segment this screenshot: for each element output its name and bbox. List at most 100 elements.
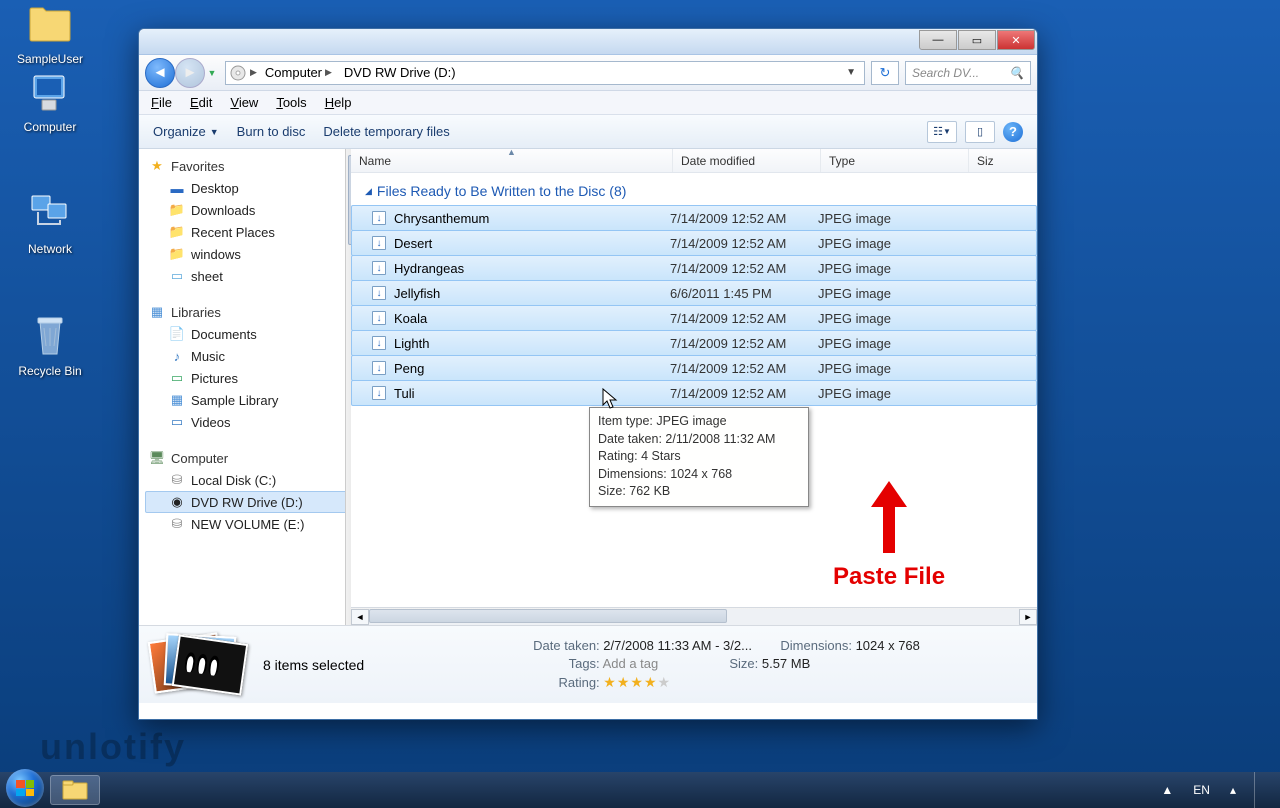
tooltip-line: Rating: 4 Stars bbox=[598, 448, 800, 466]
file-name: Chrysanthemum bbox=[390, 211, 670, 226]
tooltip-line: Item type: JPEG image bbox=[598, 413, 800, 431]
pending-file-icon: ↓ bbox=[372, 361, 390, 375]
menu-bar: File Edit View Tools Help bbox=[139, 91, 1037, 115]
menu-help[interactable]: Help bbox=[317, 93, 360, 112]
sidebar-windows[interactable]: 📁windows bbox=[145, 243, 350, 265]
drive-icon: ⛁ bbox=[169, 472, 185, 488]
annotation-label: Paste File bbox=[833, 563, 945, 591]
sidebar-favorites-header[interactable]: ★Favorites bbox=[145, 155, 350, 177]
videos-icon: ▭ bbox=[169, 414, 185, 430]
computer-small-icon: 🖥 bbox=[149, 450, 165, 466]
network-icon bbox=[26, 190, 74, 238]
language-indicator[interactable]: EN bbox=[1187, 781, 1216, 799]
detail-tags-value[interactable]: Add a tag bbox=[603, 656, 659, 671]
sidebar-sheet[interactable]: ▭sheet bbox=[145, 265, 350, 287]
preview-pane-button[interactable]: ▯ bbox=[965, 121, 995, 143]
file-name: Desert bbox=[390, 236, 670, 251]
search-placeholder: Search DV... bbox=[912, 66, 979, 80]
help-button[interactable]: ? bbox=[1003, 122, 1023, 142]
rating-stars[interactable]: ★★★★★ bbox=[603, 675, 671, 690]
file-name: Lighth bbox=[390, 336, 670, 351]
file-name: Hydrangeas bbox=[390, 261, 670, 276]
menu-view[interactable]: View bbox=[222, 93, 266, 112]
folder-icon bbox=[26, 0, 74, 48]
column-size[interactable]: Siz bbox=[969, 149, 1037, 172]
command-bar: Organize ▼ Burn to disc Delete temporary… bbox=[139, 115, 1037, 149]
sidebar-dvd-drive[interactable]: ◉DVD RW Drive (D:) bbox=[145, 491, 350, 513]
horizontal-scrollbar[interactable]: ◄ ► bbox=[351, 607, 1037, 625]
close-button[interactable]: ✕ bbox=[997, 30, 1035, 50]
sidebar-desktop[interactable]: ▬Desktop bbox=[145, 177, 350, 199]
file-type: JPEG image bbox=[818, 336, 958, 351]
back-button[interactable]: ◄ bbox=[145, 58, 175, 88]
scroll-left-button[interactable]: ◄ bbox=[351, 609, 369, 625]
file-type: JPEG image bbox=[818, 261, 958, 276]
taskbar-explorer[interactable] bbox=[50, 775, 100, 805]
start-button[interactable] bbox=[6, 769, 44, 807]
details-pane: 8 items selected Date taken: 2/7/2008 11… bbox=[139, 625, 1037, 703]
folder-icon: 📁 bbox=[169, 202, 185, 218]
burn-button[interactable]: Burn to disc bbox=[237, 124, 306, 139]
desktop-network-icon[interactable]: Network bbox=[10, 190, 90, 256]
file-row[interactable]: ↓ Koala 7/14/2009 12:52 AM JPEG image bbox=[351, 305, 1037, 331]
delete-temp-button[interactable]: Delete temporary files bbox=[323, 124, 449, 139]
minimize-button[interactable]: — bbox=[919, 30, 957, 50]
sidebar-videos[interactable]: ▭Videos bbox=[145, 411, 350, 433]
sidebar-documents[interactable]: 📄Documents bbox=[145, 323, 350, 345]
file-group-header[interactable]: ◢Files Ready to Be Written to the Disc (… bbox=[351, 173, 1037, 205]
file-row[interactable]: ↓ Jellyfish 6/6/2011 1:45 PM JPEG image bbox=[351, 280, 1037, 306]
show-desktop-button[interactable] bbox=[1254, 772, 1266, 808]
file-name: Peng bbox=[390, 361, 670, 376]
file-row[interactable]: ↓ Tuli 7/14/2009 12:52 AM JPEG image bbox=[351, 380, 1037, 406]
desktop-recycle-icon[interactable]: Recycle Bin bbox=[10, 312, 90, 378]
desktop-label: SampleUser bbox=[10, 52, 90, 66]
titlebar[interactable]: — ▭ ✕ bbox=[139, 29, 1037, 55]
nav-bar: ◄ ► ▼ ▶ Computer ▶ DVD RW Drive (D:) ▼ ↻… bbox=[139, 55, 1037, 91]
forward-button[interactable]: ► bbox=[175, 58, 205, 88]
sidebar-local-disk[interactable]: ⛁Local Disk (C:) bbox=[145, 469, 350, 491]
sidebar-music[interactable]: ♪Music bbox=[145, 345, 350, 367]
breadcrumb-drive[interactable]: DVD RW Drive (D:) bbox=[340, 65, 460, 80]
nav-pane: ★Favorites ▬Desktop 📁Downloads 📁Recent P… bbox=[139, 149, 351, 625]
menu-file[interactable]: File bbox=[143, 93, 180, 112]
sidebar-libraries-header[interactable]: ▦Libraries bbox=[145, 301, 350, 323]
file-row[interactable]: ↓ Desert 7/14/2009 12:52 AM JPEG image bbox=[351, 230, 1037, 256]
tray-chevron-icon[interactable]: ▴ bbox=[1224, 781, 1242, 799]
file-type: JPEG image bbox=[818, 386, 958, 401]
menu-tools[interactable]: Tools bbox=[268, 93, 314, 112]
menu-edit[interactable]: Edit bbox=[182, 93, 220, 112]
detail-tags-label: Tags: bbox=[528, 656, 600, 671]
desktop-user-folder[interactable]: SampleUser bbox=[10, 0, 90, 66]
desktop-computer-icon[interactable]: Computer bbox=[10, 68, 90, 134]
file-row[interactable]: ↓ Lighth 7/14/2009 12:52 AM JPEG image bbox=[351, 330, 1037, 356]
recycle-bin-icon bbox=[26, 312, 74, 360]
file-date: 6/6/2011 1:45 PM bbox=[670, 286, 818, 301]
file-row[interactable]: ↓ Chrysanthemum 7/14/2009 12:52 AM JPEG … bbox=[351, 205, 1037, 231]
column-date[interactable]: Date modified bbox=[673, 149, 821, 172]
disc-icon: ◉ bbox=[169, 494, 185, 510]
selection-summary: 8 items selected bbox=[263, 657, 512, 673]
address-bar[interactable]: ▶ Computer ▶ DVD RW Drive (D:) ▼ bbox=[225, 61, 865, 85]
sidebar-sample-library[interactable]: ▦Sample Library bbox=[145, 389, 350, 411]
view-options-button[interactable]: ☷ ▼ bbox=[927, 121, 957, 143]
maximize-button[interactable]: ▭ bbox=[958, 30, 996, 50]
tray-expand-icon[interactable]: ▲ bbox=[1155, 781, 1179, 799]
sidebar-downloads[interactable]: 📁Downloads bbox=[145, 199, 350, 221]
collapse-icon: ◢ bbox=[365, 186, 372, 197]
sidebar-recent[interactable]: 📁Recent Places bbox=[145, 221, 350, 243]
nav-history-dropdown[interactable]: ▼ bbox=[205, 63, 219, 83]
organize-button[interactable]: Organize ▼ bbox=[153, 124, 219, 139]
file-date: 7/14/2009 12:52 AM bbox=[670, 211, 818, 226]
address-dropdown[interactable]: ▼ bbox=[842, 67, 860, 78]
sidebar-computer-header[interactable]: 🖥Computer bbox=[145, 447, 350, 469]
breadcrumb-computer[interactable]: Computer ▶ bbox=[261, 65, 336, 80]
sidebar-new-volume[interactable]: ⛁NEW VOLUME (E:) bbox=[145, 513, 350, 535]
explorer-window: — ▭ ✕ ◄ ► ▼ ▶ Computer ▶ DVD RW Drive (D… bbox=[138, 28, 1038, 720]
file-row[interactable]: ↓ Peng 7/14/2009 12:52 AM JPEG image bbox=[351, 355, 1037, 381]
file-row[interactable]: ↓ Hydrangeas 7/14/2009 12:52 AM JPEG ima… bbox=[351, 255, 1037, 281]
sidebar-pictures[interactable]: ▭Pictures bbox=[145, 367, 350, 389]
column-type[interactable]: Type bbox=[821, 149, 969, 172]
search-input[interactable]: Search DV... 🔍 bbox=[905, 61, 1031, 85]
refresh-button[interactable]: ↻ bbox=[871, 61, 899, 85]
scroll-right-button[interactable]: ► bbox=[1019, 609, 1037, 625]
